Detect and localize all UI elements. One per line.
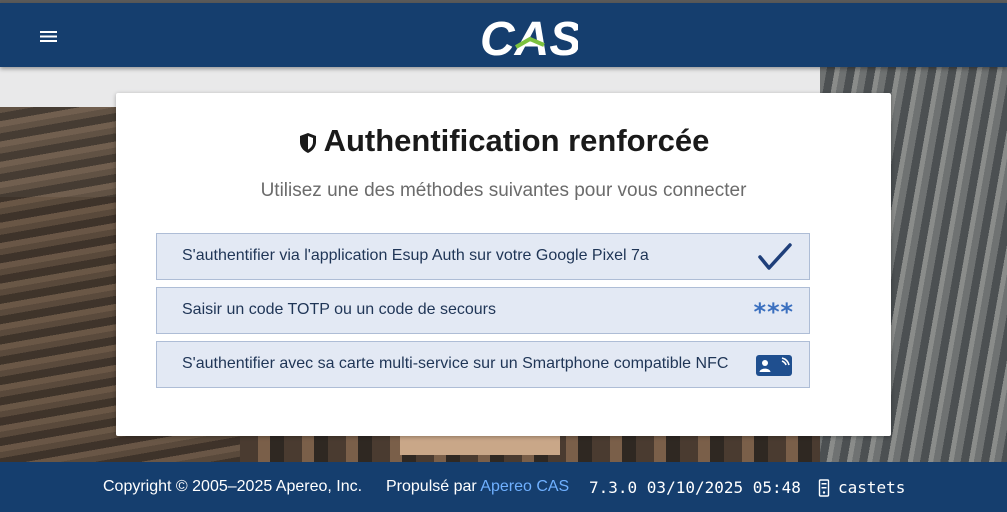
version-text: 7.3.0 03/10/2025 05:48	[589, 478, 801, 497]
option-totp-code[interactable]: Saisir un code TOTP ou un code de secour…	[156, 287, 810, 334]
app-header: CAS	[0, 3, 1007, 67]
option-label: Saisir un code TOTP ou un code de secour…	[182, 301, 496, 318]
option-esup-auth[interactable]: S'authentifier via l'application Esup Au…	[156, 233, 810, 280]
host-name: castets	[838, 478, 906, 497]
server-icon	[818, 479, 830, 502]
nfc-card-icon	[755, 354, 793, 383]
powered-by: Propulsé par Apereo CAS	[386, 478, 570, 495]
page-title: Authentification renforcée	[116, 123, 891, 162]
apereo-cas-link[interactable]: Apereo CAS	[480, 478, 569, 495]
option-nfc-card[interactable]: S'authentifier avec sa carte multi-servi…	[156, 341, 810, 388]
cas-logo[interactable]: CAS	[478, 9, 581, 66]
checkmark-icon	[757, 242, 793, 277]
copyright-text: Copyright © 2005–2025 Apereo, Inc.	[103, 478, 363, 495]
hamburger-menu-icon[interactable]	[36, 25, 62, 47]
shield-icon	[298, 126, 318, 162]
asterisks-icon: ***	[752, 298, 794, 326]
page-subtitle: Utilisez une des méthodes suivantes pour…	[260, 180, 747, 201]
app-footer: Copyright © 2005–2025 Apereo, Inc. Propu…	[0, 462, 1007, 512]
option-label: S'authentifier via l'application Esup Au…	[182, 247, 649, 264]
mfa-card: Authentification renforcée Utilisez une …	[116, 93, 891, 436]
option-label: S'authentifier avec sa carte multi-servi…	[182, 355, 729, 372]
